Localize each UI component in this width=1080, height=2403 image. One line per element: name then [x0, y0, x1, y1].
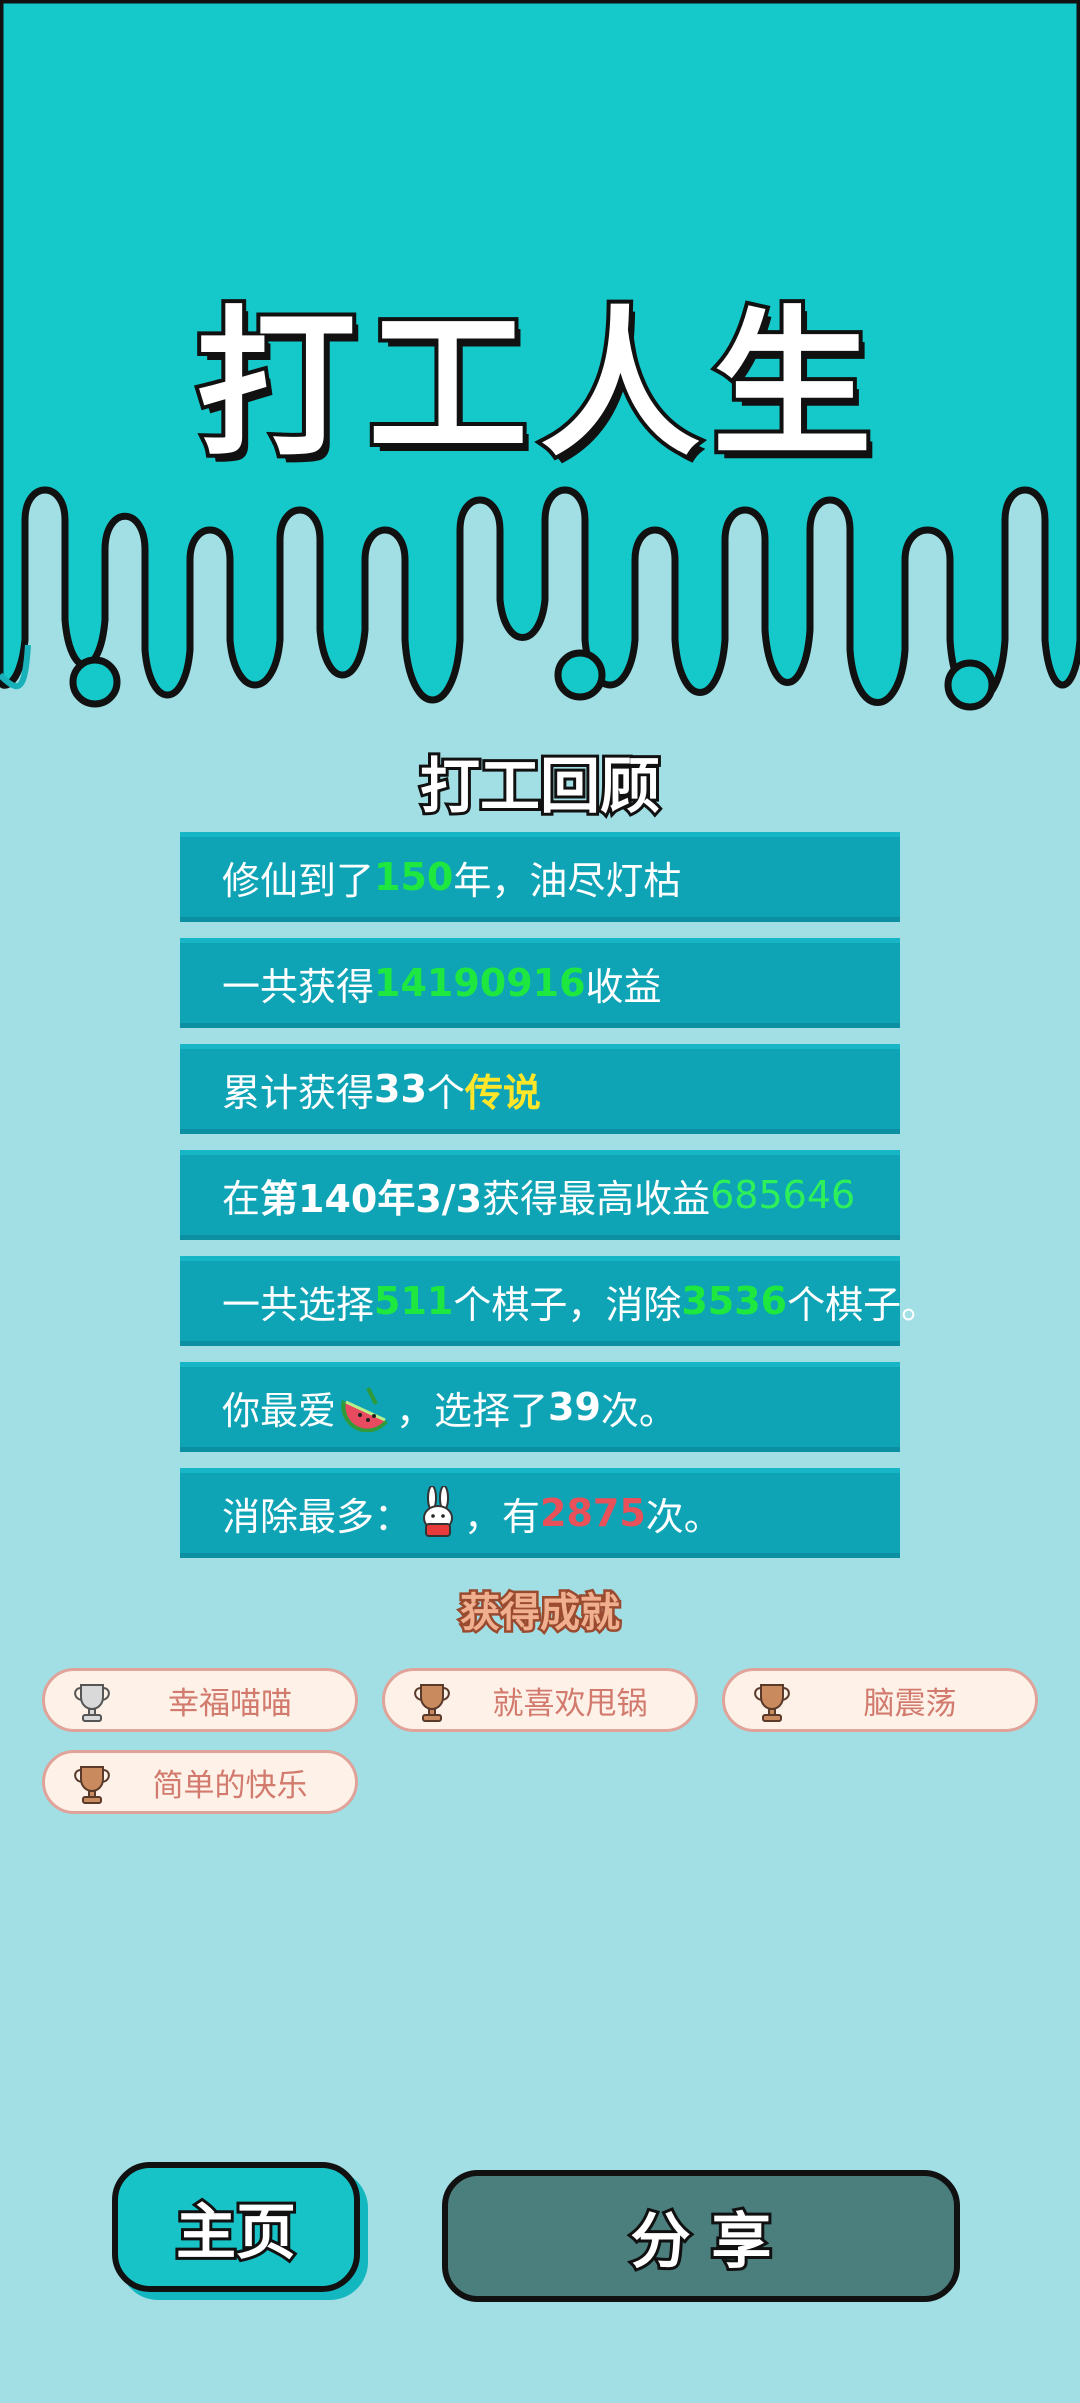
stat-row-legends: 累计获得 33 个传说 [180, 1044, 900, 1134]
stat-text: 累计获得 [222, 1070, 375, 1115]
stat-text: 年，油尽灯枯 [453, 858, 682, 903]
income-value: 14190916 [374, 961, 586, 1005]
best-date: 第140年3/3 [260, 1176, 483, 1221]
bronze-trophy-icon [414, 1684, 450, 1722]
watermelon-icon [341, 1387, 389, 1432]
legend-count: 33 [374, 1067, 427, 1111]
review-title: 打工回顾 [417, 749, 663, 825]
eliminated-count: 3536 [681, 1279, 788, 1323]
stat-row-total-income: 一共获得 14190916 收益 [180, 938, 900, 1028]
stat-text: 一共选择 [222, 1282, 375, 1327]
game-title: 打工人生 [192, 287, 884, 482]
stat-row-best-income: 在 第140年3/3 获得最高收益 685646 [180, 1150, 900, 1240]
stat-text: ，有 [464, 1494, 541, 1539]
bronze-trophy-icon [74, 1766, 110, 1804]
stat-row-favorite: 你最爱 ，选择了 39 次。 [180, 1362, 900, 1452]
stat-text: 个棋子。 [787, 1282, 940, 1327]
stat-text: ，选择了 [396, 1388, 549, 1433]
achievement-badge[interactable]: 脑震荡 [722, 1668, 1038, 1732]
achievement-badge[interactable]: 简单的快乐 [42, 1750, 358, 1814]
eliminated-most-count: 2875 [540, 1491, 646, 1535]
favorite-count: 39 [548, 1385, 601, 1429]
stat-row-lifespan: 修仙到了 150 年，油尽灯枯 [180, 832, 900, 922]
result-screen: 打工人生 打工回顾 修仙到了 150 年，油尽灯枯 一共获得 14190916 收益 累… [0, 0, 1080, 2403]
silver-trophy-icon [74, 1684, 110, 1722]
stat-text: 在 [222, 1176, 261, 1221]
achievement-label: 简单的快乐 [152, 1767, 308, 1804]
share-button-label: 分 享 [628, 2204, 775, 2280]
best-income-value: 685646 [710, 1173, 856, 1217]
legend-label: 传说 [464, 1070, 541, 1115]
stat-text: 消除最多： [222, 1494, 413, 1539]
achievement-label: 就喜欢甩锅 [492, 1685, 648, 1722]
selected-count: 511 [374, 1279, 454, 1323]
stat-text: 个 [426, 1070, 465, 1115]
stat-text: 获得最高收益 [482, 1176, 711, 1221]
stat-row-pieces: 一共选择 511 个棋子，消除 3536 个棋子。 [180, 1256, 939, 1346]
stat-text: 个棋子，消除 [453, 1282, 682, 1327]
bronze-trophy-icon [754, 1684, 790, 1722]
stat-text: 次。 [600, 1388, 677, 1433]
stat-text: 修仙到了 [222, 858, 375, 903]
share-button[interactable]: 分 享 [442, 2170, 960, 2302]
achievement-badge[interactable]: 幸福喵喵 [42, 1668, 358, 1732]
stat-row-most-eliminated: 消除最多： ，有 2875 次。 [180, 1468, 900, 1558]
years-value: 150 [374, 855, 454, 899]
stat-text: 次。 [645, 1494, 722, 1539]
home-button-label: 主页 [173, 2195, 299, 2271]
achievement-label: 脑震荡 [863, 1685, 957, 1722]
rabbit-icon [423, 1486, 454, 1537]
stat-text: 一共获得 [222, 964, 375, 1009]
achievement-badge[interactable]: 就喜欢甩锅 [382, 1668, 698, 1732]
achievements-title: 获得成就 [458, 1588, 623, 1639]
stat-text: 收益 [585, 964, 662, 1009]
achievement-label: 幸福喵喵 [168, 1685, 292, 1722]
home-button[interactable]: 主页 [112, 2162, 360, 2292]
stat-text: 你最爱 [222, 1388, 337, 1433]
